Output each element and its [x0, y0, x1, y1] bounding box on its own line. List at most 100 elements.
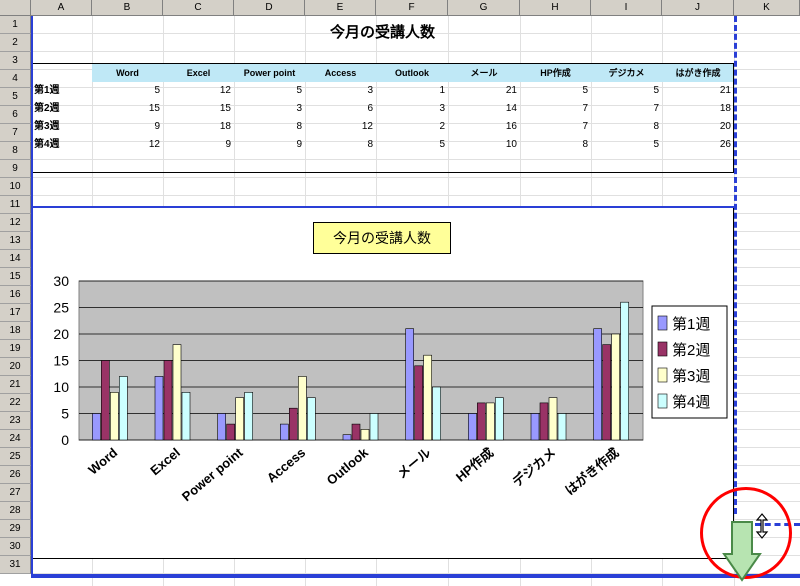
table-title: 今月の受講人数 [329, 24, 435, 41]
select-all-corner[interactable] [0, 0, 31, 16]
y-tick-label: 0 [61, 432, 69, 448]
row-header-15[interactable]: 15 [0, 268, 31, 286]
row-header-19[interactable]: 19 [0, 340, 31, 358]
row-header-18[interactable]: 18 [0, 322, 31, 340]
legend-label: 第4週 [672, 393, 710, 411]
bar-第3週-Word [110, 392, 119, 441]
row-header-6[interactable]: 6 [0, 106, 31, 124]
legend-label: 第1週 [672, 315, 710, 333]
row-header-4[interactable]: 4 [0, 70, 31, 88]
row-header-2[interactable]: 2 [0, 34, 31, 52]
y-tick-label: 20 [53, 326, 69, 342]
bar-第4週-Access [307, 397, 316, 441]
row-header-8[interactable]: 8 [0, 142, 31, 160]
bar-第2週-デジカメ [539, 402, 549, 441]
row-header-13[interactable]: 13 [0, 232, 31, 250]
row-header-29[interactable]: 29 [0, 520, 31, 538]
bar-第4週-メール [432, 386, 441, 441]
column-header-h[interactable]: H [520, 0, 591, 16]
legend-swatch [657, 393, 668, 409]
bar-第3週-はがき作成 [611, 333, 620, 441]
bar-第2週-HP作成 [477, 402, 486, 441]
row-header-22[interactable]: 22 [0, 394, 31, 412]
row-header-24[interactable]: 24 [0, 430, 31, 448]
row-header-5[interactable]: 5 [0, 88, 31, 106]
row-header-28[interactable]: 28 [0, 502, 31, 520]
bar-第2週-Outlook [351, 423, 361, 441]
y-tick-label: 10 [53, 379, 69, 395]
row-header-20[interactable]: 20 [0, 358, 31, 376]
row-header-17[interactable]: 17 [0, 304, 31, 322]
row-header-10[interactable]: 10 [0, 178, 31, 196]
row-header-16[interactable]: 16 [0, 286, 31, 304]
bar-第2週-Access [289, 407, 298, 441]
column-header-d[interactable]: D [234, 0, 305, 16]
column-header-b[interactable]: B [92, 0, 163, 16]
row-header-9[interactable]: 9 [0, 160, 31, 178]
bar-第2週-Power point [226, 423, 235, 441]
row-header-12[interactable]: 12 [0, 214, 31, 232]
column-header-j[interactable]: J [662, 0, 734, 16]
row-header-21[interactable]: 21 [0, 376, 31, 394]
column-header-c[interactable]: C [163, 0, 234, 16]
column-header-f[interactable]: F [376, 0, 448, 16]
legend-swatch [657, 341, 668, 357]
row-header-3[interactable]: 3 [0, 52, 31, 70]
x-tick-label: はがき作成 [562, 445, 621, 498]
x-tick-label: Outlook [324, 444, 372, 488]
bar-第1週-HP作成 [468, 413, 477, 441]
chart-title[interactable]: 今月の受講人数 [313, 222, 451, 254]
x-tick-label: HP作成 [453, 445, 496, 485]
x-tick-label: Access [264, 445, 309, 486]
table-border [31, 63, 734, 173]
x-tick-label: デジカメ [509, 445, 558, 490]
selection-left-edge [31, 16, 33, 576]
column-header-a[interactable]: A [31, 0, 92, 16]
bar-第1週-Access [280, 423, 289, 441]
bar-第4週-HP作成 [495, 397, 504, 441]
bar-第2週-Word [101, 360, 110, 441]
bar-第4週-Outlook [369, 413, 379, 441]
y-tick-label: 30 [53, 273, 69, 289]
row-header-30[interactable]: 30 [0, 538, 31, 556]
bar-第1週-はがき作成 [593, 328, 602, 441]
spreadsheet: A B C D E F G H I J K 1 2 3 4 5 6 7 8 9 10 11 12 13 1… [0, 0, 800, 586]
row-header-26[interactable]: 26 [0, 466, 31, 484]
row-header-14[interactable]: 14 [0, 250, 31, 268]
bar-chart[interactable]: 0 5 10 15 20 25 30 Word ExcelPower point Access Ou… [31, 207, 734, 559]
bar-第3週-Excel [172, 344, 182, 441]
row-header-11[interactable]: 11 [0, 196, 31, 214]
column-header-g[interactable]: G [448, 0, 520, 16]
bar-第1週-Power point [217, 413, 226, 441]
legend-label: 第3週 [672, 367, 710, 385]
bar-第2週-Excel [163, 360, 173, 441]
selection-bottom-edge [31, 574, 800, 578]
row-header-25[interactable]: 25 [0, 448, 31, 466]
bar-第3週-メール [423, 354, 432, 441]
y-tick-label: 25 [53, 300, 69, 316]
column-header-e[interactable]: E [305, 0, 376, 16]
x-tick-label: Word [85, 445, 120, 478]
row-header-7[interactable]: 7 [0, 124, 31, 142]
bar-第2週-はがき作成 [602, 344, 611, 441]
row-header-31[interactable]: 31 [0, 556, 31, 574]
bar-第4週-Power point [244, 392, 253, 441]
legend-swatch [657, 367, 668, 383]
bar-第4週-はがき作成 [620, 301, 629, 441]
y-tick-label: 5 [61, 406, 69, 422]
legend-swatch [657, 315, 668, 331]
row-header-27[interactable]: 27 [0, 484, 31, 502]
bar-第3週-Access [298, 376, 307, 441]
row-header-23[interactable]: 23 [0, 412, 31, 430]
column-header-k[interactable]: K [734, 0, 800, 16]
row-header-1[interactable]: 1 [0, 16, 31, 34]
legend-label: 第2週 [672, 341, 710, 359]
bar-第1週-デジカメ [530, 413, 540, 441]
column-header-i[interactable]: I [591, 0, 662, 16]
bar-第1週-Excel [154, 376, 164, 441]
selection-top-edge [31, 206, 734, 208]
bar-第3週-Power point [235, 397, 244, 441]
bar-第4週-Word [119, 376, 128, 441]
bar-第3週-デジカメ [548, 397, 558, 441]
page-break-vertical [734, 16, 737, 514]
